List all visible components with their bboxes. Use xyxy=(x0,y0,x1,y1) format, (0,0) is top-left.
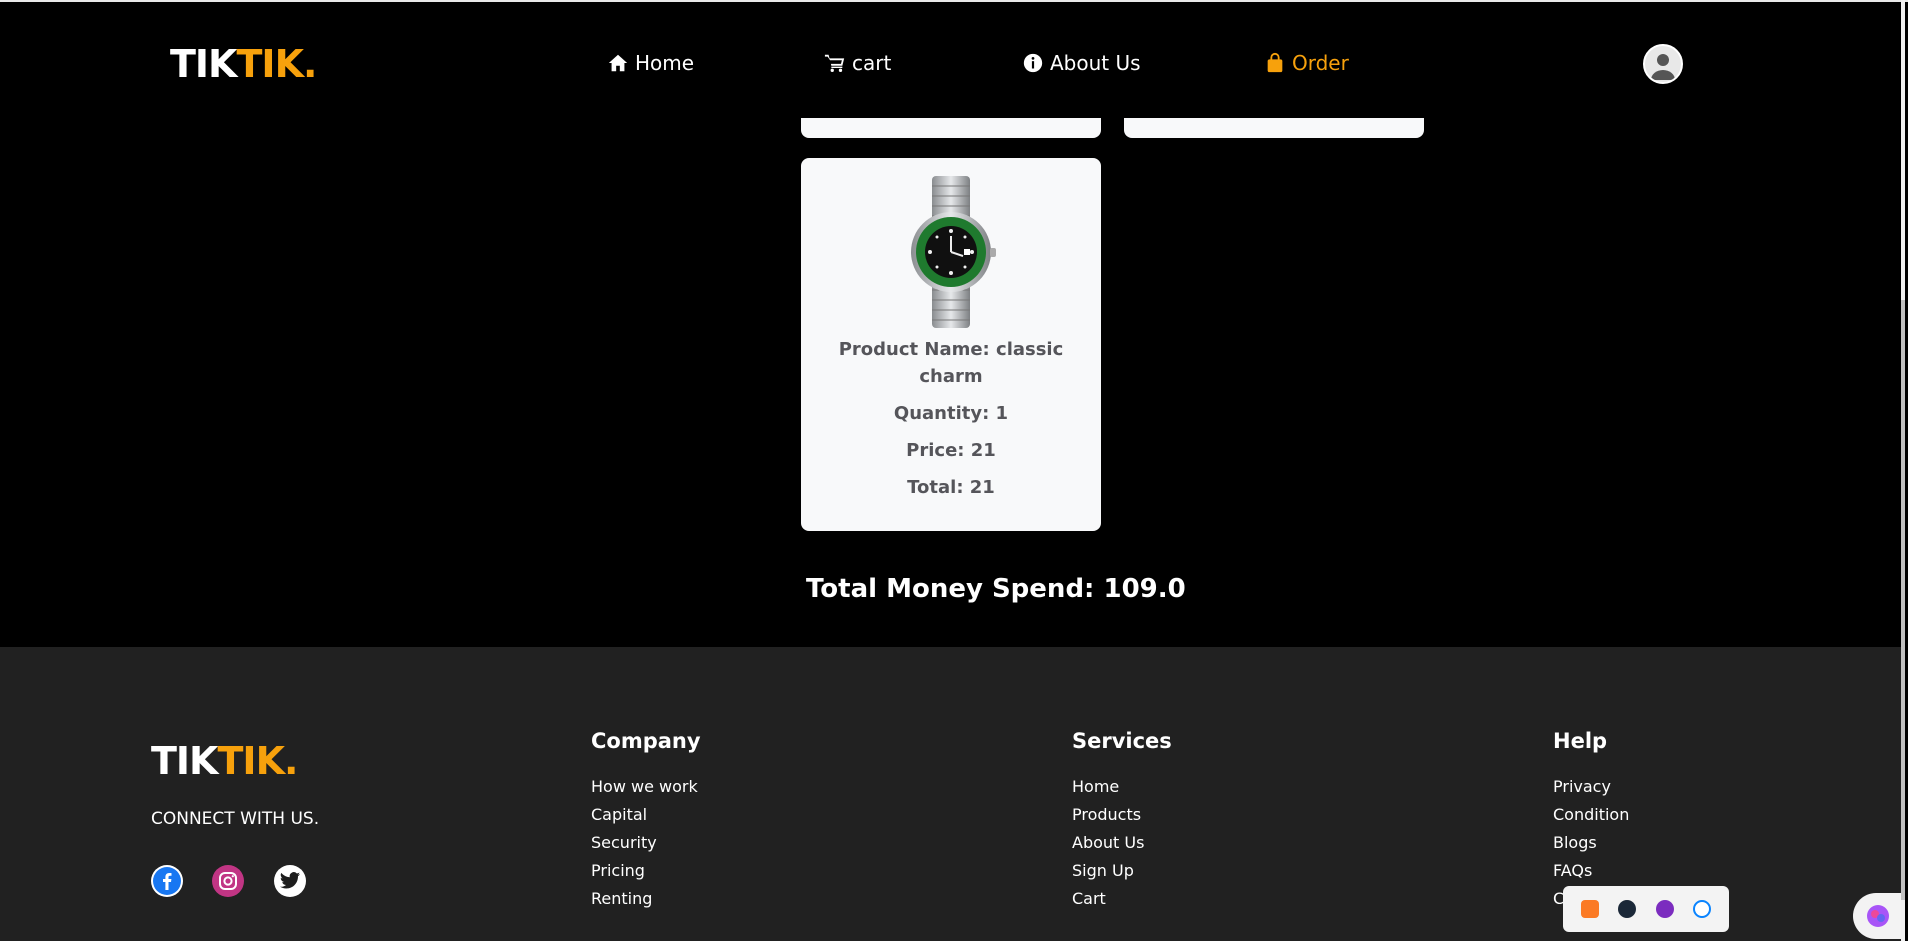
system-tray-popup xyxy=(1563,886,1729,932)
order-card: Product Name: classic charm Quantity: 1 … xyxy=(801,158,1101,531)
footer-link-capital[interactable]: Capital xyxy=(591,804,647,826)
app-icon[interactable] xyxy=(1655,900,1674,918)
footer-link-security[interactable]: Security xyxy=(591,832,657,854)
nav-order-label: Order xyxy=(1292,51,1349,75)
total-money-spend: Total Money Spend: 109.0 xyxy=(806,574,1186,604)
scrollbar[interactable] xyxy=(1901,0,1905,941)
page: TIKTIK. Home cart About Us Order Product… xyxy=(0,0,1908,941)
window-top-edge xyxy=(0,0,1908,2)
user-avatar[interactable] xyxy=(1643,44,1683,84)
footer-link-privacy[interactable]: Privacy xyxy=(1553,776,1611,798)
footer-link-about-us[interactable]: About Us xyxy=(1072,832,1144,854)
cart-icon xyxy=(824,54,845,72)
nav-order[interactable]: Order xyxy=(1264,49,1349,77)
product-name: Product Name: classic charm xyxy=(838,339,1064,387)
assistant-launcher[interactable] xyxy=(1853,893,1903,939)
footer-link-faqs[interactable]: FAQs xyxy=(1553,860,1592,882)
footer-brand-logo-part1: TIK xyxy=(151,739,219,783)
footer-company-title: Company xyxy=(591,729,701,753)
product-total: Total: 21 xyxy=(907,477,995,498)
order-card-partial xyxy=(1124,118,1424,138)
footer-link-pricing[interactable]: Pricing xyxy=(591,860,645,882)
footer-link-blogs[interactable]: Blogs xyxy=(1553,832,1597,854)
footer-brand-logo[interactable]: TIKTIK. xyxy=(151,737,299,785)
nav-home-label: Home xyxy=(635,51,695,75)
order-card-partial xyxy=(801,118,1101,138)
facebook-icon[interactable] xyxy=(151,865,183,897)
steam-icon[interactable] xyxy=(1618,900,1637,918)
nav-cart[interactable]: cart xyxy=(824,49,891,77)
product-quantity: Quantity: 1 xyxy=(893,403,1009,424)
brand-logo[interactable]: TIKTIK. xyxy=(170,40,318,88)
twitter-icon[interactable] xyxy=(274,865,306,897)
nav-home[interactable]: Home xyxy=(607,49,694,77)
footer-services-title: Services xyxy=(1072,729,1172,753)
brain-icon xyxy=(1867,905,1889,927)
product-price: Price: 21 xyxy=(906,440,996,461)
home-icon xyxy=(608,54,628,72)
user-icon xyxy=(1651,54,1675,80)
footer-help-title: Help xyxy=(1553,729,1608,753)
instagram-icon[interactable] xyxy=(212,865,244,897)
info-icon xyxy=(1023,53,1043,73)
nav-about-us[interactable]: About Us xyxy=(1022,49,1141,77)
footer-link-products[interactable]: Products xyxy=(1072,804,1141,826)
brand-logo-part2: TIK. xyxy=(236,42,318,86)
bag-icon xyxy=(1267,52,1283,73)
footer-link-sign-up[interactable]: Sign Up xyxy=(1072,860,1134,882)
scrollbar-thumb[interactable] xyxy=(1901,300,1905,900)
footer-link-home[interactable]: Home xyxy=(1072,776,1119,798)
nav-cart-label: cart xyxy=(852,51,892,75)
footer-brand-logo-part2: TIK. xyxy=(217,739,299,783)
footer-link-how-we-work[interactable]: How we work xyxy=(591,776,698,798)
watch-image xyxy=(911,176,996,328)
xampp-icon[interactable] xyxy=(1580,900,1599,918)
footer-link-renting[interactable]: Renting xyxy=(591,888,652,910)
footer-link-condition[interactable]: Condition xyxy=(1553,804,1629,826)
nav-about-us-label: About Us xyxy=(1050,51,1141,75)
footer-link-cart[interactable]: Cart xyxy=(1072,888,1106,910)
brand-logo-part1: TIK xyxy=(170,42,238,86)
connect-with-us: CONNECT WITH US. xyxy=(151,809,320,829)
bluetooth-icon[interactable] xyxy=(1693,900,1712,918)
